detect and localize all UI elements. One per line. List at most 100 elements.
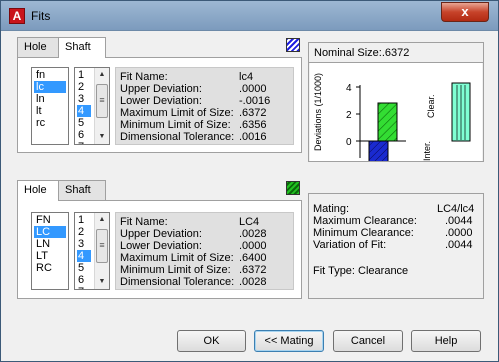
info-label: Dimensional Tolerance: xyxy=(120,131,235,143)
y-axis-label: Deviations (1/1000) xyxy=(313,73,323,151)
scroll-down-arrow-icon[interactable]: ▼ xyxy=(95,130,109,144)
mating-label: Mating: xyxy=(313,203,350,215)
hole-color-swatch[interactable] xyxy=(286,181,300,195)
help-button[interactable]: Help xyxy=(411,330,481,352)
grade-item[interactable]: 5 xyxy=(77,117,91,129)
tab-shaft-top[interactable]: Shaft xyxy=(58,37,106,58)
shaft-fit-list[interactable]: fn lc ln lt rc xyxy=(31,67,69,145)
mating-value: LC4/lc4 xyxy=(437,203,475,215)
cancel-button[interactable]: Cancel xyxy=(333,330,403,352)
ok-button[interactable]: OK xyxy=(177,330,246,352)
y-tick-label: 0 xyxy=(346,137,352,148)
grade-item[interactable]: 2 xyxy=(77,81,91,93)
grade-item[interactable]: 1 xyxy=(77,69,91,81)
info-value: .0016 xyxy=(239,131,267,143)
list-item[interactable]: RC xyxy=(34,262,66,274)
grade-scrollbar[interactable]: ▲ ≡ ▼ xyxy=(94,68,109,144)
grade-item-selected[interactable]: 4 xyxy=(77,105,91,117)
nominal-size-label: Nominal Size:.6372 xyxy=(314,47,410,59)
info-value: lc4 xyxy=(239,71,254,83)
tab-hole-bottom[interactable]: Hole xyxy=(17,180,59,201)
grade-item[interactable]: 5 xyxy=(77,262,91,274)
bottom-tabs: Hole Shaft xyxy=(17,180,117,201)
hole-info-box: Fit Name: LC4 Upper Deviation: .0028 Lower… xyxy=(115,212,294,290)
info-value: .0000 xyxy=(239,240,267,252)
grade-item[interactable]: 6 xyxy=(77,129,91,141)
info-value: .6400 xyxy=(239,252,267,264)
grade-item[interactable]: 7 xyxy=(77,286,91,289)
mating-label: Maximum Clearance: xyxy=(313,215,417,227)
hole-fit-list[interactable]: FN LC LN LT RC xyxy=(31,212,69,290)
mating-value: .0044 xyxy=(445,215,473,227)
list-item[interactable]: FN xyxy=(34,214,66,226)
grade-item[interactable]: 7 xyxy=(77,141,91,144)
info-label: Lower Deviation: xyxy=(120,95,202,107)
scroll-thumb[interactable]: ≡ xyxy=(96,229,108,263)
tab-hole-top[interactable]: Hole xyxy=(17,37,59,57)
shaft-color-swatch[interactable] xyxy=(286,38,300,52)
grade-item-selected[interactable]: 4 xyxy=(77,250,91,262)
list-item[interactable]: ln xyxy=(34,93,66,105)
info-label: Dimensional Tolerance: xyxy=(120,276,235,288)
mating-value: .0044 xyxy=(445,239,473,251)
close-button[interactable]: x xyxy=(441,2,489,22)
deviation-chart: Deviations (1/1000) 4 2 0 -2 xyxy=(310,63,482,161)
info-value: .0000 xyxy=(239,83,267,95)
mating-label: Minimum Clearance: xyxy=(313,227,414,239)
info-label: Fit Name: xyxy=(120,216,168,228)
shaft-panel: fn lc ln lt rc 1 2 3 4 5 6 7 ▲ ≡ xyxy=(17,57,302,153)
info-value: LC4 xyxy=(239,216,260,228)
grade-item[interactable]: 3 xyxy=(77,238,91,250)
top-tabs: Hole Shaft xyxy=(17,37,117,58)
list-item[interactable]: LN xyxy=(34,238,66,250)
y-tick-label: 2 xyxy=(346,110,352,121)
title-bar[interactable]: A Fits x xyxy=(1,1,498,31)
inter-label: Inter. xyxy=(422,141,432,161)
shaft-grade-list[interactable]: 1 2 3 4 5 6 7 ▲ ≡ ▼ xyxy=(74,67,110,145)
info-value: .6356 xyxy=(239,119,267,131)
info-label: Upper Deviation: xyxy=(120,83,202,95)
list-item[interactable]: rc xyxy=(34,117,66,129)
mating-label: Variation of Fit: xyxy=(313,239,387,251)
list-item[interactable]: fn xyxy=(34,69,66,81)
grade-item[interactable]: 6 xyxy=(77,274,91,286)
scroll-up-arrow-icon[interactable]: ▲ xyxy=(95,213,109,227)
info-label: Minimum Limit of Size: xyxy=(120,119,231,131)
grade-item[interactable]: 2 xyxy=(77,226,91,238)
shaft-info-box: Fit Name: lc4 Upper Deviation: .0000 Lower… xyxy=(115,67,294,145)
info-value: .0028 xyxy=(239,276,267,288)
info-label: Upper Deviation: xyxy=(120,228,202,240)
y-tick-label: 4 xyxy=(346,83,352,94)
list-item-selected[interactable]: lc xyxy=(34,81,66,93)
info-label: Lower Deviation: xyxy=(120,240,202,252)
autocad-app-icon: A xyxy=(9,8,25,24)
info-label: Maximum Limit of Size: xyxy=(120,252,234,264)
mating-panel: Mating: LC4/lc4 Maximum Clearance: .0044 M… xyxy=(308,193,484,299)
dialog-client: Hole Shaft fn lc ln lt rc 1 2 3 4 5 6 7 xyxy=(8,31,491,355)
info-label: Maximum Limit of Size: xyxy=(120,107,234,119)
grade-item[interactable]: 3 xyxy=(77,93,91,105)
hole-grade-list[interactable]: 1 2 3 4 5 6 7 ▲ ≡ ▼ xyxy=(74,212,110,290)
info-value: .6372 xyxy=(239,107,267,119)
list-item[interactable]: lt xyxy=(34,105,66,117)
info-value: .0028 xyxy=(239,228,267,240)
clear-label: Clear. xyxy=(426,94,436,118)
shaft-tolerance-bar xyxy=(368,140,389,161)
window-title: Fits xyxy=(31,9,51,23)
hole-tolerance-bar xyxy=(377,102,398,142)
scroll-down-arrow-icon[interactable]: ▼ xyxy=(95,275,109,289)
info-value: .6372 xyxy=(239,264,267,276)
grade-scrollbar[interactable]: ▲ ≡ ▼ xyxy=(94,213,109,289)
fits-dialog: A Fits x Hole Shaft fn lc ln lt rc 1 2 3 xyxy=(0,0,499,362)
list-item[interactable]: LT xyxy=(34,250,66,262)
scroll-thumb[interactable]: ≡ xyxy=(96,84,108,118)
info-value: -.0016 xyxy=(239,95,271,107)
scroll-up-arrow-icon[interactable]: ▲ xyxy=(95,68,109,82)
mating-button[interactable]: << Mating xyxy=(254,330,324,352)
tab-shaft-bottom[interactable]: Shaft xyxy=(58,180,106,200)
mating-value: .0000 xyxy=(445,227,473,239)
hole-panel: FN LC LN LT RC 1 2 3 4 5 6 7 ▲ ≡ xyxy=(17,200,302,299)
grade-item[interactable]: 1 xyxy=(77,214,91,226)
list-item-selected[interactable]: LC xyxy=(34,226,66,238)
info-label: Fit Name: xyxy=(120,71,168,83)
